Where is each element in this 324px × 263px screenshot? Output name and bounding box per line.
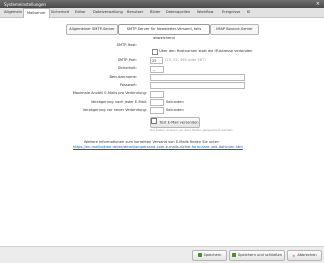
info-text: Weitere Informationen zum korrekten Vers…	[84, 140, 220, 144]
tab-ki[interactable]: Kl	[247, 9, 250, 16]
save-icon	[197, 252, 202, 257]
password-input[interactable]	[150, 82, 245, 89]
subtab-newsletter-smtp[interactable]: SMTP-Server für Newsletter-Versand, fall…	[118, 24, 210, 40]
tab-bar: Allgemein Mailserver Sicherheit Editor D…	[0, 8, 324, 18]
max-mails-input[interactable]	[150, 91, 164, 98]
smtp-port-label: SMTP-Port:	[117, 58, 137, 62]
window-titlebar: Systemeinstellungen ×	[0, 0, 324, 8]
hostname-check-label: Über den Hostnamen statt die IP-Adresse …	[159, 49, 253, 53]
security-label: Sicherheit:	[117, 66, 137, 70]
test-mail-button[interactable]: Test E-Mail versenden	[150, 117, 200, 128]
save-button[interactable]: Speichern	[192, 250, 227, 261]
subtab-general-smtp[interactable]: Allgemeiner SMTP-Server	[66, 24, 118, 35]
test-mail-label: Test E-Mail versenden	[159, 120, 199, 125]
max-mails-label: Maximale Anzahl E-Mails pro Verbindung:	[72, 91, 147, 95]
tab-benutzer[interactable]: Benutzer	[127, 9, 143, 16]
hostname-checkbox[interactable]	[152, 49, 158, 55]
security-value: --	[153, 67, 156, 72]
password-label: Passwort:	[119, 83, 137, 87]
window-title: Systemeinstellungen	[4, 2, 46, 7]
save-label: Speichern	[203, 253, 222, 257]
delay-each-input[interactable]	[150, 99, 164, 106]
delay-each-label: Verzögerung nach jeder E-Mail:	[90, 100, 147, 104]
close-icon[interactable]: ×	[316, 1, 320, 7]
tab-allgemein[interactable]: Allgemein	[4, 9, 22, 16]
cancel-icon: ✕	[292, 253, 296, 258]
delay-new-unit: Sekunden	[166, 108, 184, 112]
test-note: Die Daten müssen vor dem Testen gespeich…	[150, 128, 234, 132]
tab-datenquellen[interactable]: Datenquellen	[166, 9, 190, 16]
delay-new-label: Verzögerung vor neuer Verbindung:	[82, 108, 147, 112]
tab-editor[interactable]: Editor	[75, 9, 86, 16]
security-select[interactable]: --	[150, 66, 164, 73]
info-link[interactable]: https://en.mailbakion.de/de/dmail/ampers…	[73, 145, 243, 149]
save-close-button[interactable]: Speichern und schließen	[229, 250, 285, 261]
smtp-host-label: SMTP-Host:	[116, 43, 137, 47]
smtp-port-input[interactable]: 25	[150, 57, 163, 64]
save-close-label: Speichern und schließen	[237, 253, 283, 257]
tab-dateiverwaltung[interactable]: Dateiverwaltung	[93, 9, 123, 16]
cancel-button[interactable]: ✕ Abbrechen	[287, 250, 322, 261]
tab-mailserver[interactable]: Mailserver	[23, 8, 50, 18]
delay-each-unit: Sekunden	[166, 100, 184, 104]
subtab-imap-bounce[interactable]: IMAP Bounce-Server	[210, 24, 259, 35]
delay-new-input[interactable]	[150, 107, 164, 114]
smtp-port-hint: (25, 52, 465 oder 587)	[165, 58, 206, 62]
username-label: Benutzername:	[109, 75, 137, 79]
tab-workflow[interactable]: Workflow	[197, 9, 214, 16]
tab-ereignisse[interactable]: Ereignisse	[222, 9, 240, 16]
save-close-icon	[231, 252, 236, 257]
mail-icon	[151, 118, 158, 124]
smtp-port-value: 25	[152, 58, 157, 63]
username-input[interactable]	[150, 74, 245, 81]
cancel-label: Abbrechen	[297, 253, 317, 257]
tab-bilder[interactable]: Bilder	[150, 9, 160, 16]
tab-sicherheit[interactable]: Sicherheit	[51, 9, 69, 16]
footer-bar: Speichern Speichern und schließen ✕ Abbre…	[0, 246, 324, 263]
